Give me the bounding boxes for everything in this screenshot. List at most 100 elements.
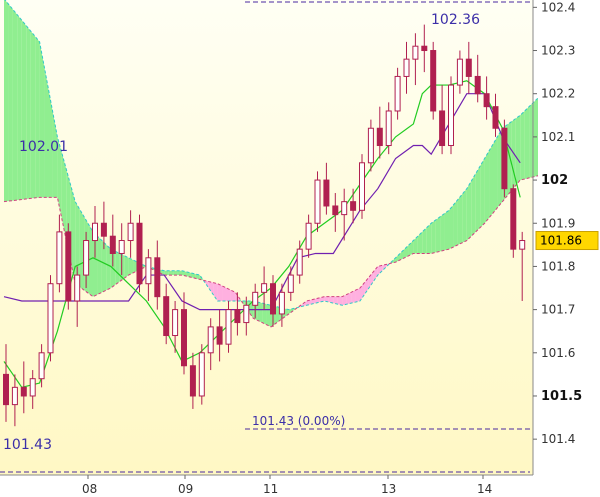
current-price-tag: 101.86 — [535, 231, 599, 251]
candle-body — [74, 274, 81, 302]
cloud-segment — [4, 0, 9, 202]
candle-body — [38, 352, 45, 380]
candle-body — [216, 326, 223, 345]
y-tick-label: 102.3 — [541, 44, 575, 58]
cloud-segment — [168, 270, 174, 276]
candle-body — [403, 58, 410, 77]
candle-body — [145, 257, 152, 285]
candle-body — [456, 58, 463, 86]
cloud-segment — [493, 135, 498, 213]
y-tick-label: 102.2 — [541, 87, 575, 101]
cloud-segment — [515, 115, 521, 186]
y-tick-label: 101.5 — [541, 389, 582, 404]
cloud-segment — [337, 296, 343, 306]
cloud-segment — [26, 25, 31, 199]
cloud-segment — [489, 143, 494, 218]
cloud-segment — [333, 296, 338, 305]
low-line-annotation: 101.43 (0.00%) — [252, 414, 345, 428]
cloud-segment — [39, 41, 45, 198]
cloud-segment — [35, 36, 40, 198]
candle-body — [296, 248, 303, 276]
cloud-segment — [484, 150, 490, 224]
candle-body — [287, 274, 294, 293]
cloud-segment — [449, 204, 454, 250]
candle-body — [465, 58, 472, 77]
candle-body — [519, 240, 526, 250]
candle-body — [136, 222, 143, 285]
high-annotation: 102.36 — [431, 12, 480, 28]
cloud-segment — [21, 20, 27, 200]
candle-body — [359, 162, 365, 211]
candle-body — [341, 201, 348, 216]
candle-body — [154, 257, 161, 298]
candle-body — [501, 127, 508, 190]
cloud-segment — [453, 199, 458, 247]
candle-body — [127, 222, 134, 242]
cloud-segment — [217, 283, 223, 301]
candle-body — [198, 352, 205, 397]
cloud-segment — [435, 216, 441, 253]
candle-body — [3, 373, 9, 406]
cloud-segment — [444, 210, 449, 251]
candle-body — [376, 127, 383, 147]
candle-body — [367, 127, 374, 164]
cloud-segment — [426, 223, 432, 254]
cloud-segment — [520, 110, 525, 181]
candle-body — [323, 179, 330, 207]
candle-body — [439, 110, 446, 147]
cloud-segment — [97, 236, 102, 295]
candle-body — [92, 222, 98, 242]
cloud-segment — [431, 220, 436, 254]
candle-body — [332, 205, 339, 216]
candle-body — [234, 309, 241, 324]
candle-body — [350, 201, 357, 211]
candle-body — [100, 222, 107, 237]
cloud-segment — [462, 188, 467, 243]
cloud-segment — [30, 31, 36, 199]
left-annotation: 102.01 — [19, 139, 68, 155]
cloud-segment — [257, 302, 263, 323]
candle-body — [207, 326, 214, 354]
candle-body — [20, 386, 27, 397]
candle-body — [189, 365, 196, 397]
candle-body — [181, 309, 187, 367]
x-tick-label: 08 — [82, 482, 97, 496]
cloud-segment — [466, 181, 472, 241]
y-tick-label: 102.1 — [541, 130, 575, 144]
chart: 102.36 102.01 101.43 101.43 (0.00%) 102.… — [0, 0, 600, 497]
cloud-segment — [524, 106, 530, 179]
cloud-segment — [177, 270, 182, 276]
candle-body — [492, 106, 499, 129]
candle-body — [261, 283, 268, 293]
candle-body — [65, 231, 72, 302]
cloud-segment — [222, 285, 227, 301]
candle-body — [510, 188, 517, 250]
cloud-segment — [226, 288, 231, 301]
candle-body — [421, 45, 428, 52]
candle-body — [109, 235, 116, 254]
candle-body — [270, 283, 276, 315]
cloud-segment — [440, 213, 445, 252]
candle-body — [385, 110, 392, 147]
candle-body — [83, 240, 90, 276]
candle-body — [29, 378, 36, 397]
candle-body — [314, 179, 321, 224]
x-tick-label: 13 — [381, 482, 396, 496]
y-tick-label: 102 — [541, 173, 568, 188]
candle-body — [163, 296, 170, 337]
cloud-segment — [128, 257, 134, 276]
cloud-segment — [533, 98, 538, 177]
cloud-segment — [124, 255, 129, 279]
candle-body — [172, 309, 179, 337]
candle-body — [243, 304, 250, 324]
candle-body — [252, 291, 259, 306]
y-tick-label: 102.4 — [541, 0, 575, 14]
cloud-segment — [8, 4, 13, 202]
cloud-segment — [475, 166, 481, 232]
cloud-segment — [422, 227, 427, 254]
cloud-segment — [115, 251, 120, 285]
candle-body — [118, 240, 125, 254]
y-tick-label: 101.7 — [541, 303, 575, 317]
x-tick-label: 11 — [263, 482, 278, 496]
cloud-segment — [173, 270, 178, 276]
